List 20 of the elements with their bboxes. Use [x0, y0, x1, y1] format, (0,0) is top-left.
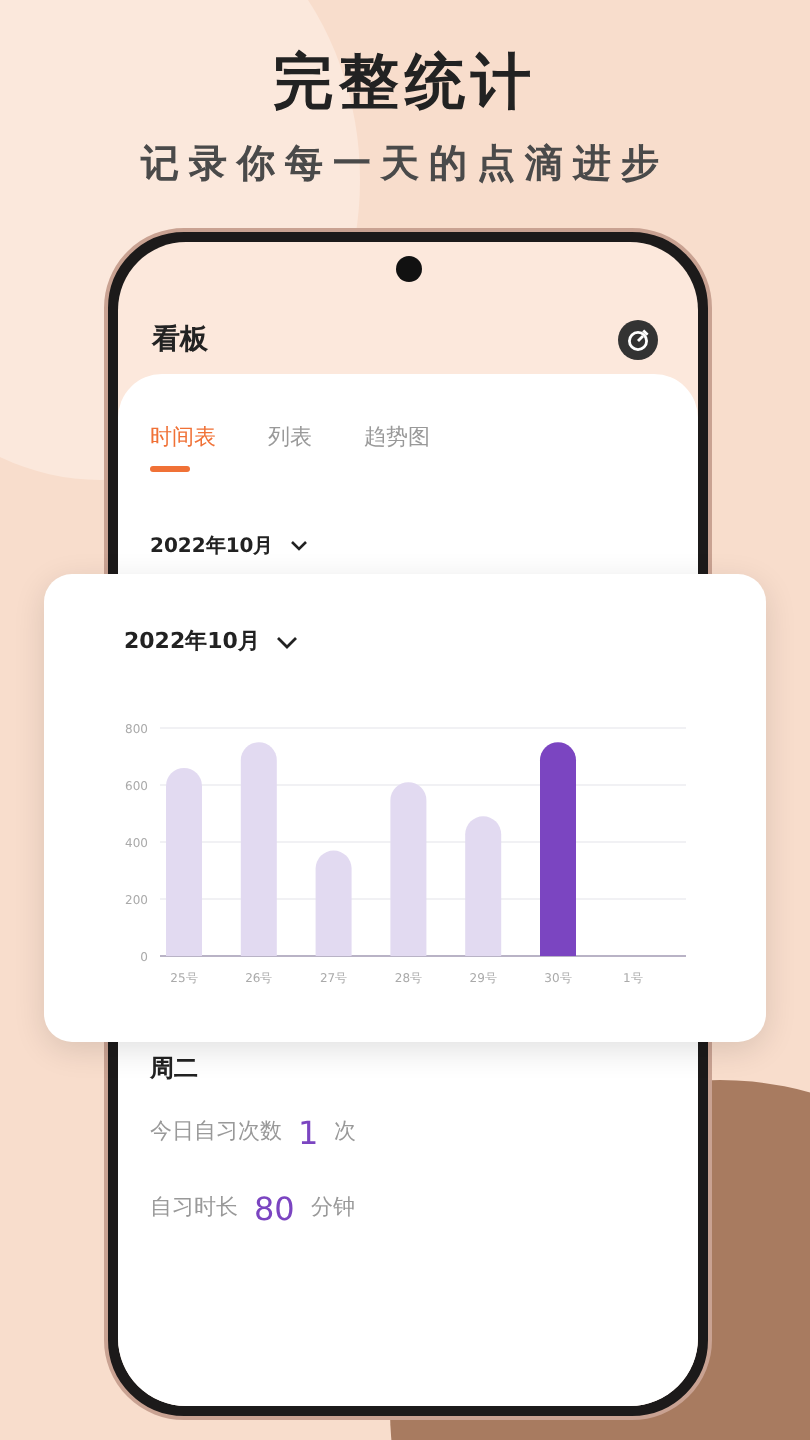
chevron-down-icon: [275, 635, 298, 650]
timer-button[interactable]: [618, 320, 658, 360]
stat-unit: 次: [334, 1116, 357, 1149]
tab[interactable]: 列表: [268, 422, 312, 467]
weekday-label: 周二: [150, 1051, 200, 1085]
stat-label: 今日自习次数: [150, 1116, 282, 1149]
chevron-down-icon: [289, 540, 308, 552]
timer-icon: [626, 328, 650, 352]
camera-icon: [396, 256, 422, 282]
month-dropdown[interactable]: 2022年10月: [124, 626, 260, 659]
headline: 完整统计: [271, 46, 539, 122]
stat-value: 80: [254, 1187, 295, 1231]
stat-unit: 分钟: [310, 1192, 355, 1225]
page-title: 看板: [152, 321, 208, 359]
tab[interactable]: 趋势图: [364, 422, 430, 467]
tab[interactable]: 时间表: [150, 422, 216, 467]
stat-label: 自习时长: [150, 1192, 238, 1225]
stat-value: 1: [298, 1111, 319, 1155]
subtitle: 记录你每一天的点滴进步: [138, 140, 671, 190]
month-label[interactable]: 2022年10月: [150, 531, 274, 561]
